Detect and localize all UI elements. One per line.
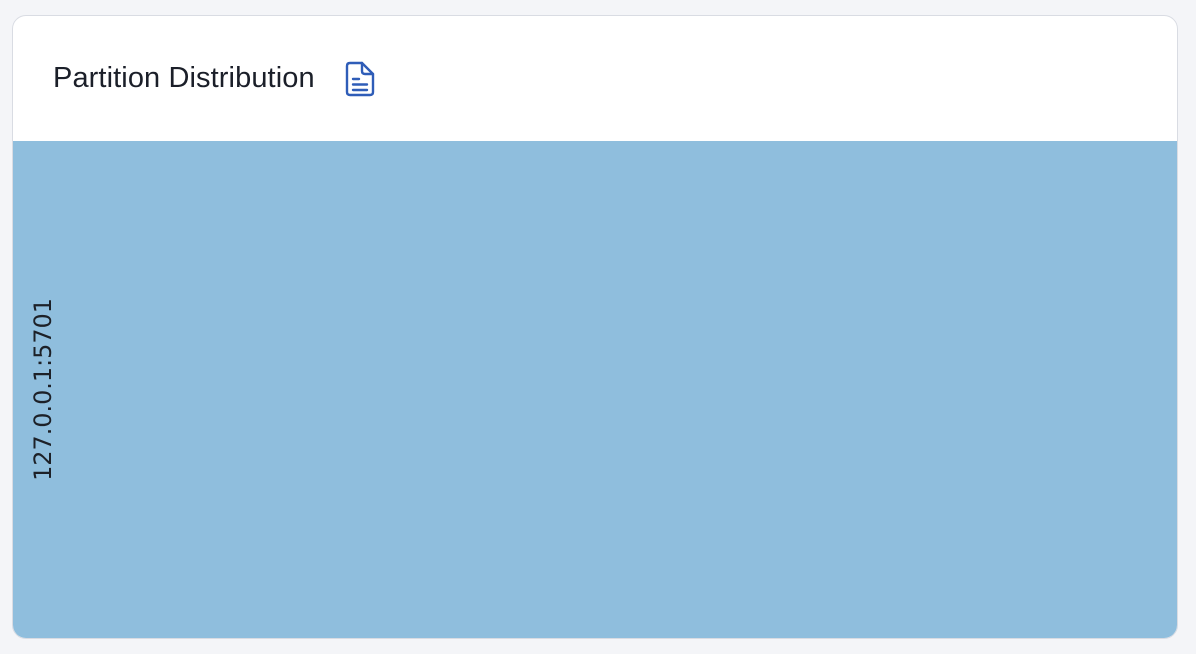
partition-bar[interactable] [13, 141, 1177, 638]
card-header: Partition Distribution [13, 16, 1177, 141]
partition-chart: 127.0.0.1:5701 [13, 141, 1177, 638]
card-title: Partition Distribution [53, 62, 315, 94]
partition-chart-svg: 127.0.0.1:5701 [13, 141, 1177, 638]
document-icon[interactable] [343, 60, 377, 98]
member-label: 127.0.0.1:5701 [29, 298, 57, 481]
partition-distribution-card: Partition Distribution 127.0.0.1:5701 [12, 15, 1178, 639]
